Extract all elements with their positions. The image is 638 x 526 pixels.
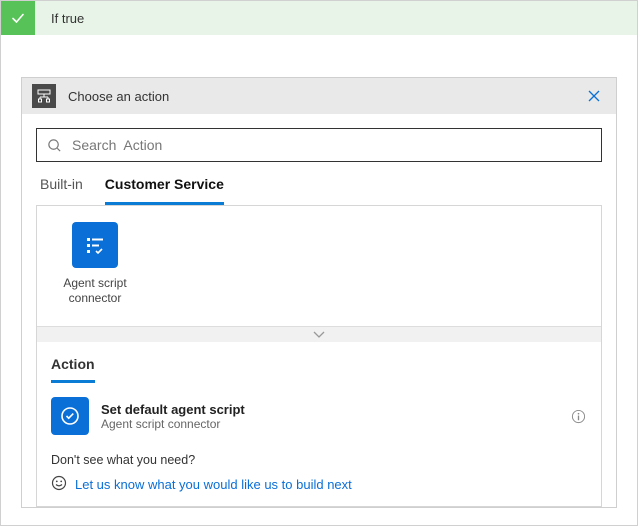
- if-true-title: If true: [35, 11, 84, 26]
- checkmark-icon: [1, 1, 35, 35]
- panel-body: Built-in Customer Service Agent script c…: [22, 114, 616, 507]
- chevron-down-icon: [313, 327, 325, 342]
- connector-area: Agent script connector: [36, 205, 602, 342]
- action-set-default-agent-script[interactable]: Set default agent script Agent script co…: [51, 383, 587, 445]
- actions-panel: Action Set default agent script Agent sc…: [36, 342, 602, 507]
- search-icon: [47, 138, 62, 153]
- choose-action-panel: Choose an action Built-in Customer Servi…: [21, 77, 617, 508]
- connector-agent-script[interactable]: Agent script connector: [53, 222, 137, 306]
- check-circle-icon: [51, 397, 89, 435]
- action-subtitle: Agent script connector: [101, 417, 569, 431]
- if-true-bar: If true: [1, 1, 637, 35]
- list-check-icon: [72, 222, 118, 268]
- feedback-link[interactable]: Let us know what you would like us to bu…: [75, 477, 352, 492]
- search-input[interactable]: [70, 136, 591, 154]
- close-icon[interactable]: [582, 84, 606, 108]
- action-panel-icon: [32, 84, 56, 108]
- search-box[interactable]: [36, 128, 602, 162]
- footer-question: Don't see what you need?: [51, 453, 587, 467]
- tab-built-in[interactable]: Built-in: [40, 176, 83, 205]
- expand-row[interactable]: [37, 326, 601, 342]
- info-icon[interactable]: [569, 407, 587, 425]
- panel-header: Choose an action: [22, 78, 616, 114]
- tabs: Built-in Customer Service: [36, 162, 602, 205]
- smiley-icon: [51, 475, 67, 494]
- tab-customer-service[interactable]: Customer Service: [105, 176, 224, 205]
- connector-label: Agent script connector: [53, 276, 137, 306]
- panel-title: Choose an action: [68, 89, 582, 104]
- action-section-title: Action: [51, 356, 95, 383]
- action-name: Set default agent script: [101, 402, 569, 417]
